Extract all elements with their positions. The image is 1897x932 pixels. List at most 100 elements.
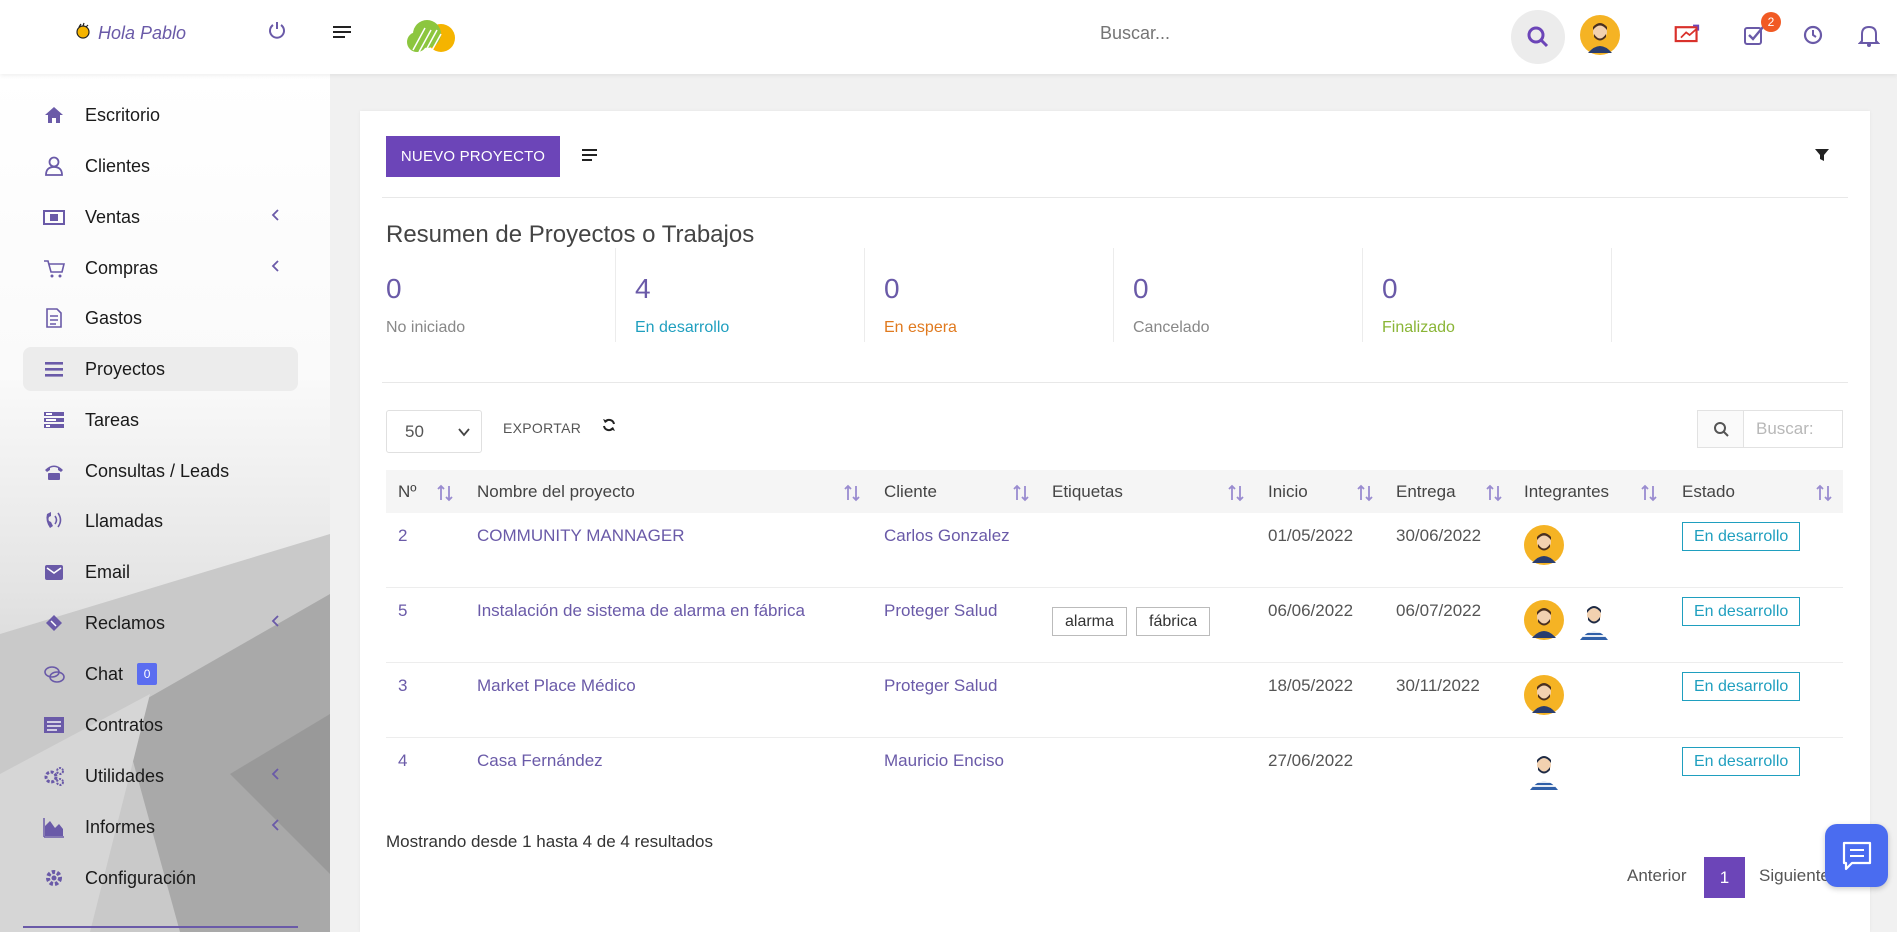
- column-header-project-name[interactable]: Nombre del proyecto: [477, 482, 635, 502]
- sidebar-item-consultas-leads[interactable]: Consultas / Leads: [23, 449, 298, 493]
- page-size-select[interactable]: 50: [386, 410, 482, 453]
- sidebar-item-label: Llamadas: [85, 510, 164, 531]
- search-button[interactable]: [1511, 10, 1565, 64]
- top-bar: Hola Pablo 2: [0, 0, 1897, 74]
- pagination-previous[interactable]: Anterior: [1627, 866, 1687, 886]
- sidebar-item-utilidades[interactable]: Utilidades: [23, 754, 298, 798]
- page-size-value: 50: [405, 421, 424, 441]
- menu-toggle-icon[interactable]: [333, 26, 351, 41]
- stat-divider: [1611, 248, 1612, 342]
- chat-icon: [23, 663, 85, 685]
- table-search-input[interactable]: Buscar:: [1744, 411, 1814, 447]
- due-date: 30/11/2022: [1396, 676, 1480, 695]
- sidebar-divider: [23, 926, 298, 928]
- column-header-status[interactable]: Estado: [1682, 482, 1735, 502]
- tasks-icon: [23, 409, 85, 431]
- user-greeting[interactable]: Hola Pablo: [74, 22, 186, 45]
- member-avatar[interactable]: [1524, 750, 1564, 790]
- sort-icon[interactable]: [1013, 484, 1029, 502]
- member-avatar[interactable]: [1524, 525, 1564, 565]
- presentation-icon[interactable]: [1674, 22, 1700, 48]
- client-link[interactable]: Proteger Salud: [884, 601, 997, 621]
- waving-hand-icon: [74, 22, 92, 45]
- client-link[interactable]: Mauricio Enciso: [884, 751, 1004, 771]
- table-search[interactable]: Buscar:: [1697, 410, 1843, 448]
- greeting-text: Hola Pablo: [98, 23, 187, 43]
- sidebar-item-label: Escritorio: [85, 104, 161, 125]
- sidebar-item-llamadas[interactable]: Llamadas: [23, 499, 298, 543]
- sidebar-item-label: Gastos: [85, 307, 143, 328]
- user-avatar[interactable]: [1580, 15, 1620, 55]
- project-name-link[interactable]: Market Place Médico: [477, 676, 636, 696]
- column-header-tags[interactable]: Etiquetas: [1052, 482, 1123, 502]
- refresh-icon[interactable]: [602, 418, 616, 437]
- sidebar-item-ventas[interactable]: Ventas: [23, 195, 298, 239]
- sort-icon[interactable]: [1486, 484, 1502, 502]
- member-avatar[interactable]: [1574, 600, 1614, 640]
- project-number-link[interactable]: 3: [398, 676, 407, 696]
- project-name-link[interactable]: COMMUNITY MANNAGER: [477, 526, 684, 546]
- chat-bubble-icon: [1842, 841, 1871, 870]
- list-view-icon[interactable]: [582, 149, 597, 164]
- column-header-start[interactable]: Inicio: [1268, 482, 1308, 502]
- global-search-input[interactable]: [1100, 23, 1480, 44]
- member-avatar[interactable]: [1524, 675, 1564, 715]
- bars-icon: [23, 358, 85, 380]
- pagination-current-page[interactable]: 1: [1704, 857, 1745, 898]
- stat-label: En desarrollo: [635, 319, 730, 336]
- column-header-due[interactable]: Entrega: [1396, 482, 1456, 502]
- project-name-link[interactable]: Casa Fernández: [477, 751, 603, 771]
- sort-icon[interactable]: [1228, 484, 1244, 502]
- sidebar-item-reclamos[interactable]: Reclamos: [23, 601, 298, 645]
- sidebar-item-gastos[interactable]: Gastos: [23, 296, 298, 340]
- clock-icon[interactable]: [1800, 22, 1826, 48]
- sidebar-item-chat[interactable]: Chat 0: [23, 652, 298, 696]
- tag-chip[interactable]: fábrica: [1136, 607, 1211, 636]
- status-badge: En desarrollo: [1682, 597, 1801, 626]
- due-date: 06/07/2022: [1396, 601, 1482, 620]
- due-date: 30/06/2022: [1396, 526, 1482, 545]
- chevron-left-icon: [270, 208, 280, 225]
- pagination-next[interactable]: Siguiente: [1759, 866, 1830, 886]
- power-icon[interactable]: [268, 21, 286, 44]
- sidebar-item-informes[interactable]: Informes: [23, 805, 298, 849]
- project-number-link[interactable]: 5: [398, 601, 407, 621]
- project-number-link[interactable]: 4: [398, 751, 407, 771]
- sidebar-item-email[interactable]: Email: [23, 550, 298, 594]
- sort-icon[interactable]: [1641, 484, 1657, 502]
- export-button[interactable]: EXPORTAR: [503, 420, 581, 436]
- bell-icon[interactable]: [1856, 22, 1882, 48]
- sidebar-item-tareas[interactable]: Tareas: [23, 398, 298, 442]
- tasks-badge: 2: [1761, 12, 1781, 32]
- sidebar-item-clientes[interactable]: Clientes: [23, 144, 298, 188]
- stat-value: 0: [386, 273, 402, 304]
- stat-value: 0: [1133, 273, 1149, 304]
- filter-icon[interactable]: [1815, 148, 1829, 167]
- status-badge: En desarrollo: [1682, 672, 1801, 701]
- column-header-client[interactable]: Cliente: [884, 482, 937, 502]
- sidebar-item-escritorio[interactable]: Escritorio: [23, 93, 298, 137]
- app-logo[interactable]: [405, 14, 461, 56]
- column-header-number[interactable]: Nº: [398, 482, 417, 502]
- client-link[interactable]: Proteger Salud: [884, 676, 997, 696]
- column-header-members[interactable]: Integrantes: [1524, 482, 1609, 502]
- sort-icon[interactable]: [844, 484, 860, 502]
- phone-volume-icon: [23, 510, 85, 532]
- sidebar-item-configuracion[interactable]: Configuración: [23, 856, 298, 900]
- project-number-link[interactable]: 2: [398, 526, 407, 546]
- sort-icon[interactable]: [437, 484, 453, 502]
- stat-value: 0: [884, 273, 900, 304]
- member-avatar[interactable]: [1524, 600, 1564, 640]
- client-link[interactable]: Carlos Gonzalez: [884, 526, 1010, 546]
- sort-icon[interactable]: [1357, 484, 1373, 502]
- project-name-link[interactable]: Instalación de sistema de alarma en fábr…: [477, 601, 805, 621]
- chat-widget-button[interactable]: [1825, 824, 1888, 887]
- sidebar-item-compras[interactable]: Compras: [23, 246, 298, 290]
- search-icon: [1698, 411, 1744, 447]
- new-project-button[interactable]: NUEVO PROYECTO: [386, 136, 560, 177]
- sort-icon[interactable]: [1816, 484, 1832, 502]
- divider: [382, 197, 1848, 198]
- sidebar-item-proyectos[interactable]: Proyectos: [23, 347, 298, 391]
- sidebar-item-contratos[interactable]: Contratos: [23, 703, 298, 747]
- tag-chip[interactable]: alarma: [1052, 607, 1127, 636]
